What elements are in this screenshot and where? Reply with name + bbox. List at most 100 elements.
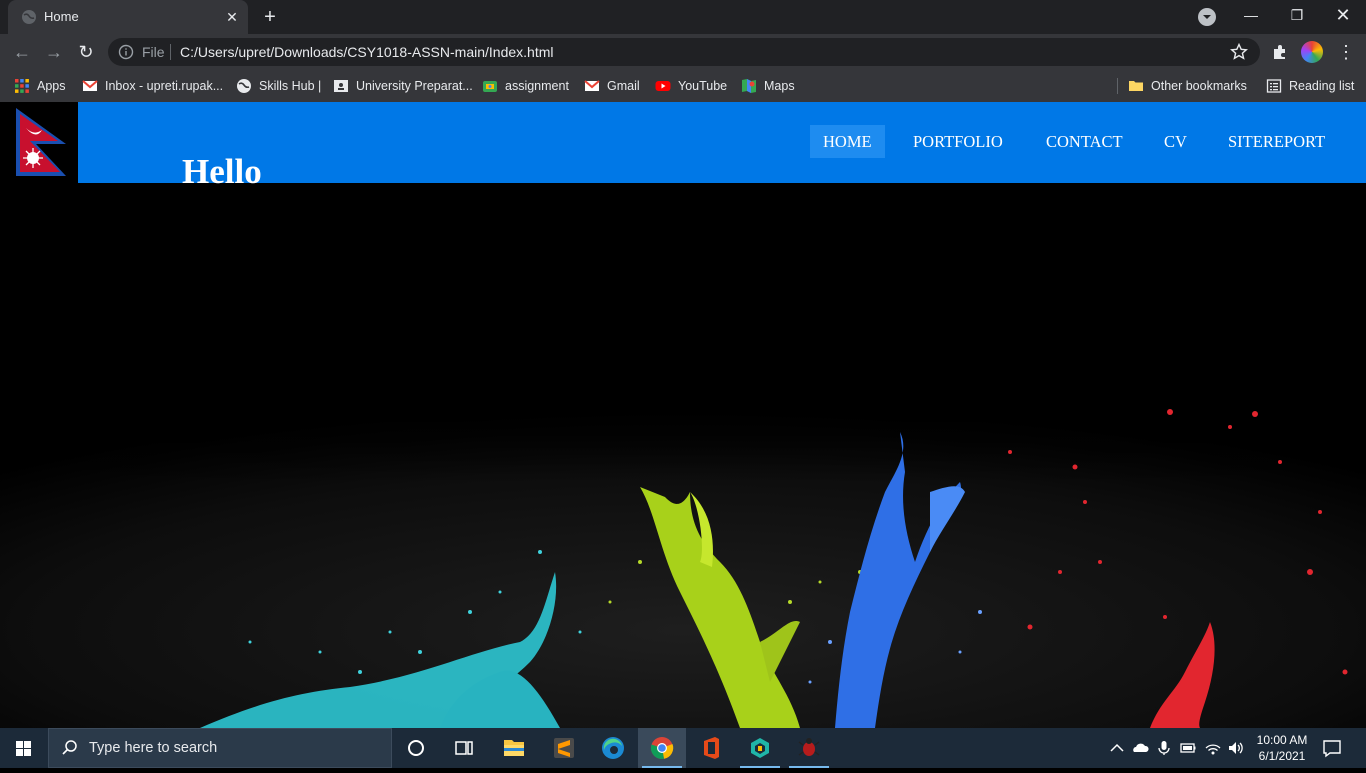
windows-logo-icon (16, 741, 31, 756)
bug-icon (798, 738, 820, 756)
wifi-icon[interactable] (1204, 739, 1222, 757)
bookmark-apps[interactable]: Apps (14, 77, 66, 95)
extensions-puzzle-icon[interactable] (1270, 42, 1290, 62)
task-view-button[interactable] (440, 728, 488, 768)
edge-icon (602, 737, 624, 759)
address-divider (170, 44, 171, 60)
sublime-text-button[interactable] (540, 728, 588, 768)
site-header: Hello HOME PORTFOLIO CONTACT CV SITEREPO… (0, 102, 1366, 191)
search-icon (62, 740, 77, 755)
nav-link-home[interactable]: HOME (810, 125, 885, 158)
notification-icon[interactable] (1322, 738, 1342, 758)
browser-tab-home[interactable]: Home ✕ (8, 0, 248, 34)
chrome-icon (650, 737, 674, 759)
bookmarks-divider (1117, 78, 1118, 94)
reading-list[interactable]: Reading list (1266, 77, 1354, 95)
nav-link-cv[interactable]: CV (1151, 125, 1200, 158)
bookmark-label: assignment (505, 79, 569, 93)
classroom-icon (334, 80, 348, 92)
office-button[interactable] (687, 728, 735, 768)
bookmark-label: University Preparat... (356, 79, 473, 93)
maps-icon (742, 79, 756, 93)
bug-app-button[interactable] (785, 728, 833, 768)
bookmark-star-icon[interactable] (1229, 42, 1249, 62)
cortana-button[interactable] (392, 728, 440, 768)
gmail-icon (82, 80, 98, 91)
bookmark-label: Maps (764, 79, 795, 93)
nav-link-sitereport[interactable]: SITEREPORT (1215, 125, 1338, 158)
paint-splash-image (0, 402, 1366, 728)
nav-link-portfolio[interactable]: PORTFOLIO (900, 125, 1016, 158)
restore-button[interactable]: ❐ (1274, 0, 1320, 32)
reading-list-icon (1266, 79, 1282, 93)
back-button[interactable]: ← (10, 40, 34, 64)
url-text[interactable]: C:/Users/upret/Downloads/CSY1018-ASSN-ma… (180, 44, 554, 60)
bookmark-university[interactable]: University Preparat... (333, 77, 473, 95)
nepal-flag-logo (16, 108, 66, 176)
chrome-button[interactable] (638, 728, 686, 768)
folder-icon (1129, 81, 1143, 91)
browser-titlebar: Home ✕ + — ❐ ✕ (0, 0, 1366, 34)
forward-button[interactable]: → (42, 40, 66, 64)
tab-close-icon[interactable]: ✕ (223, 8, 241, 26)
taskbar-search-box[interactable]: Type here to search (48, 728, 392, 768)
scheme-label: File (142, 44, 165, 60)
clock-time: 10:00 AM (1256, 733, 1308, 747)
bookmark-label: Skills Hub | (259, 79, 322, 93)
tab-title: Home (44, 9, 79, 24)
task-view-icon (455, 741, 473, 755)
page-viewport: Hello HOME PORTFOLIO CONTACT CV SITEREPO… (0, 102, 1366, 728)
search-placeholder: Type here to search (89, 740, 218, 756)
bookmark-label: Inbox - upreti.rupak... (105, 79, 224, 93)
cortana-icon (408, 740, 424, 756)
other-bookmarks[interactable]: Other bookmarks (1128, 77, 1247, 95)
bookmark-inbox[interactable]: Inbox - upreti.rupak... (82, 77, 223, 95)
system-clock[interactable]: 10:00 AM 6/1/2021 (1250, 732, 1314, 764)
bookmark-youtube[interactable]: YouTube (655, 77, 727, 95)
app-icon (751, 738, 769, 758)
bookmark-skills-hub[interactable]: Skills Hub | (236, 77, 321, 95)
youtube-icon (655, 81, 671, 91)
pinned-app-button[interactable] (736, 728, 784, 768)
bookmark-label: Apps (37, 79, 66, 93)
site-logo[interactable] (0, 102, 78, 183)
close-window-button[interactable]: ✕ (1320, 0, 1366, 32)
microphone-icon[interactable] (1155, 739, 1173, 757)
browser-toolbar: ← → ↻ File C:/Users/upret/Downloads/CSY1… (0, 34, 1366, 70)
bookmark-maps[interactable]: Maps (741, 77, 795, 95)
clock-date: 6/1/2021 (1258, 749, 1306, 763)
volume-icon[interactable] (1227, 739, 1245, 757)
bookmark-label: Gmail (607, 79, 640, 93)
onedrive-cloud-icon[interactable] (1131, 739, 1149, 757)
nav-link-contact[interactable]: CONTACT (1033, 125, 1136, 158)
profile-avatar[interactable] (1301, 41, 1323, 63)
windows-taskbar: Type here to search 10:00 AM 6/1/2021 (0, 728, 1366, 768)
info-icon[interactable] (118, 44, 134, 60)
reload-button[interactable]: ↻ (74, 40, 98, 64)
apps-grid-icon (15, 79, 29, 93)
globe-icon (237, 79, 251, 93)
bookmark-label: YouTube (678, 79, 728, 93)
new-tab-button[interactable]: + (259, 6, 281, 28)
edge-button[interactable] (589, 728, 637, 768)
globe-icon (22, 10, 36, 24)
file-explorer-icon (504, 740, 524, 756)
office-icon (704, 737, 719, 759)
minimize-button[interactable]: — (1228, 0, 1274, 32)
start-button[interactable] (0, 728, 48, 768)
reading-list-label: Reading list (1289, 79, 1355, 93)
tab-search-icon[interactable] (1198, 8, 1216, 26)
drive-icon (483, 81, 497, 92)
sublime-text-icon (554, 738, 574, 758)
chevron-up-icon[interactable] (1108, 739, 1126, 757)
chrome-menu-icon[interactable]: ⋮ (1337, 40, 1355, 64)
bookmark-assignment[interactable]: assignment (482, 77, 569, 95)
file-explorer-button[interactable] (490, 728, 538, 768)
bookmarks-bar: Apps Inbox - upreti.rupak... Skills Hub … (0, 70, 1366, 102)
address-bar[interactable]: File C:/Users/upret/Downloads/CSY1018-AS… (108, 38, 1260, 66)
other-bookmarks-label: Other bookmarks (1151, 79, 1247, 93)
gmail-icon (584, 80, 600, 91)
bookmark-gmail[interactable]: Gmail (584, 77, 640, 95)
battery-icon[interactable] (1179, 739, 1197, 757)
page-heading: Hello (182, 152, 262, 191)
